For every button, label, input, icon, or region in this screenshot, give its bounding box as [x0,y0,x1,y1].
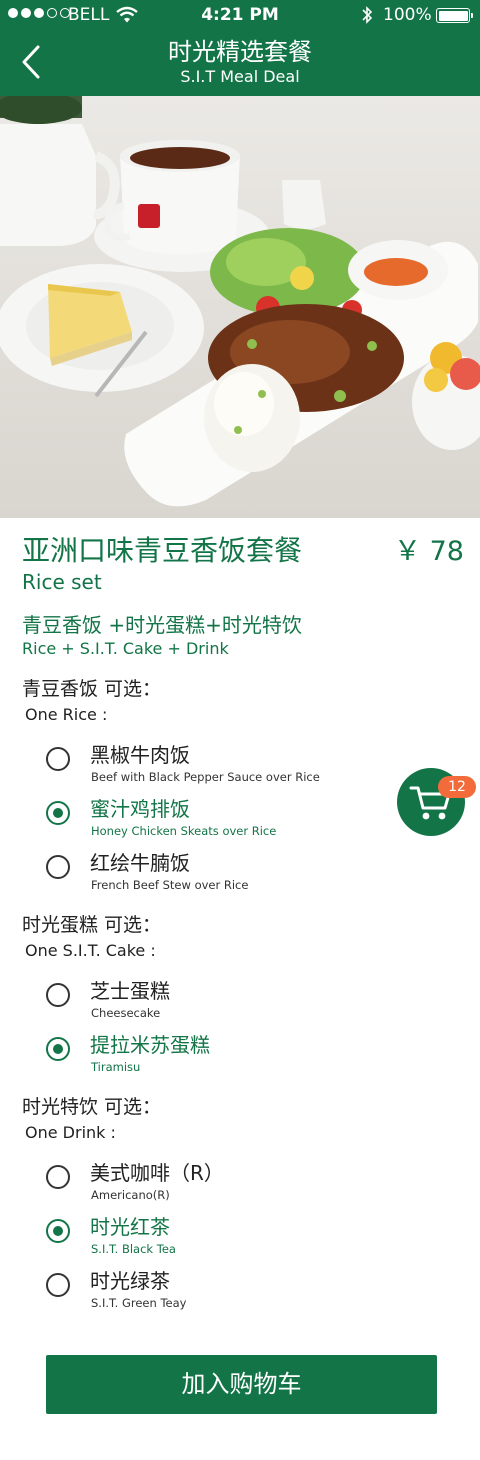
option-label-en: Cheesecake [91,1006,161,1020]
option-label: 黑椒牛肉饭 [90,743,190,767]
option-label-en: French Beef Stew over Rice [91,878,249,892]
product-price: ￥ 78 [394,536,464,567]
radio-unchecked-icon[interactable] [46,855,70,879]
product-name-en: Rice set [22,570,102,594]
option-label-en: Beef with Black Pepper Sauce over Rice [91,770,320,784]
combo-description-en: Rice + S.I.T. Cake + Drink [22,639,229,658]
option-drink-americano[interactable]: 美式咖啡（R） Americano(R) [40,1159,360,1211]
section-subtitle-cake: One S.I.T. Cake : [25,941,156,960]
option-label: 时光绿茶 [90,1269,170,1293]
status-bar: BELL 4:21 PM 100% [0,0,480,32]
option-label-en: Tiramisu [91,1060,141,1074]
option-label-en: S.I.T. Green Teay [91,1296,187,1310]
option-label: 提拉米苏蛋糕 [90,1033,210,1057]
add-to-cart-button[interactable]: 加入购物车 [46,1355,437,1414]
section-title-cake: 时光蛋糕 可选： [22,914,162,936]
option-rice-beef-stew[interactable]: 红绘牛腩饭 French Beef Stew over Rice [40,849,360,901]
option-label-en: Americano(R) [91,1188,170,1202]
section-title-rice: 青豆香饭 可选： [22,678,162,700]
option-label: 芝士蛋糕 [90,979,170,1003]
option-label-en: Honey Chicken Skeats over Rice [91,824,277,838]
radio-checked-icon[interactable] [46,801,70,825]
option-drink-green-tea[interactable]: 时光绿茶 S.I.T. Green Teay [40,1267,360,1319]
option-label: 蜜汁鸡排饭 [90,797,190,821]
option-rice-black-pepper-beef[interactable]: 黑椒牛肉饭 Beef with Black Pepper Sauce over … [40,741,360,793]
option-label-en: S.I.T. Black Tea [91,1242,176,1256]
product-name: 亚洲口味青豆香饭套餐 [22,534,303,567]
option-label: 红绘牛腩饭 [90,851,190,875]
option-label: 美式咖啡（R） [90,1161,224,1185]
battery-percent: 100% [383,5,432,25]
section-title-drink: 时光特饮 可选： [22,1096,162,1118]
option-rice-honey-chicken[interactable]: 蜜汁鸡排饭 Honey Chicken Skeats over Rice [40,795,360,847]
combo-description: 青豆香饭 +时光蛋糕+时光特饮 [22,613,302,637]
radio-unchecked-icon[interactable] [46,983,70,1007]
nav-header: BELL 4:21 PM 100% 时光精选套餐 S.I.T Meal Deal [0,0,480,96]
section-subtitle-rice: One Rice : [25,705,108,724]
radio-checked-icon[interactable] [46,1037,70,1061]
page-title: 时光精选套餐 [168,38,312,66]
radio-checked-icon[interactable] [46,1219,70,1243]
bluetooth-icon [360,5,374,30]
option-drink-black-tea[interactable]: 时光红茶 S.I.T. Black Tea [40,1213,360,1265]
radio-unchecked-icon[interactable] [46,747,70,771]
option-cake-tiramisu[interactable]: 提拉米苏蛋糕 Tiramisu [40,1031,360,1083]
option-cake-cheesecake[interactable]: 芝士蛋糕 Cheesecake [40,977,360,1029]
radio-unchecked-icon[interactable] [46,1273,70,1297]
page-subtitle: S.I.T Meal Deal [180,67,300,86]
section-subtitle-drink: One Drink : [25,1123,116,1142]
cart-count-badge: 12 [438,776,476,798]
option-label: 时光红茶 [90,1215,170,1239]
battery-icon [436,8,473,23]
meal-photo [0,96,480,518]
radio-unchecked-icon[interactable] [46,1165,70,1189]
